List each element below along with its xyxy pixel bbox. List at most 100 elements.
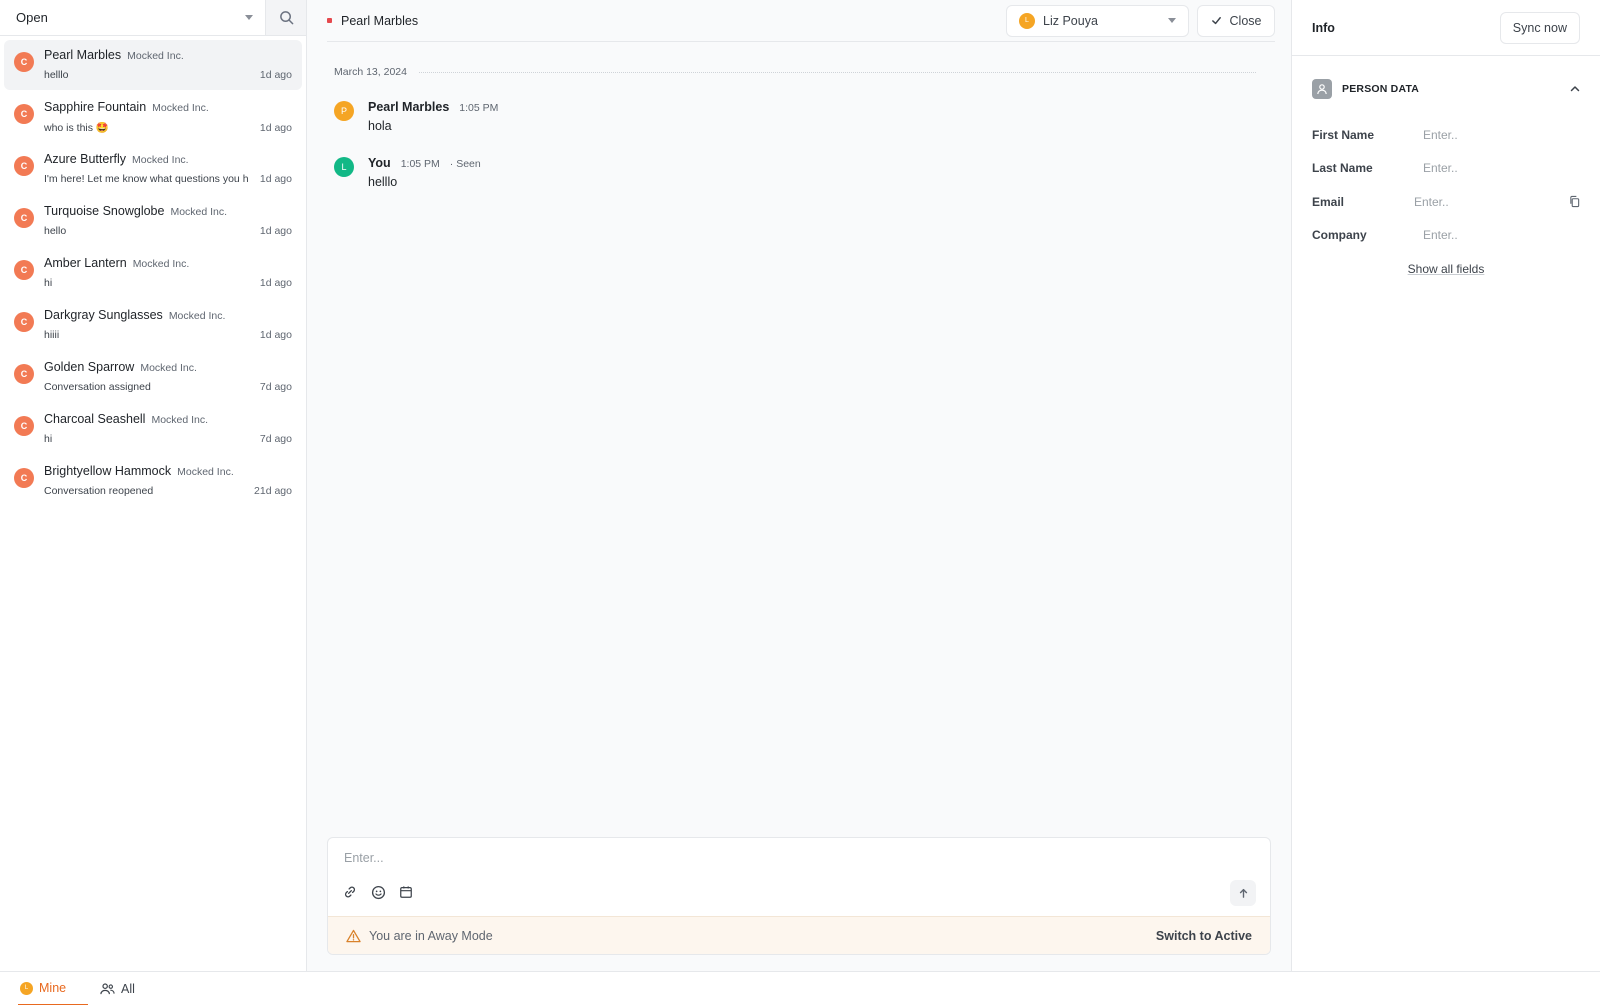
contact-company: Mocked Inc.: [168, 310, 226, 322]
contact-name: Azure Butterfly: [44, 152, 126, 166]
contact-company: Mocked Inc.: [170, 206, 228, 218]
conversation-item[interactable]: C Pearl Marbles Mocked Inc. helllo 1d ago: [4, 40, 302, 90]
avatar: C: [14, 312, 34, 332]
assignee-dropdown[interactable]: L Liz Pouya: [1006, 4, 1189, 37]
avatar: P: [334, 101, 354, 121]
last-name-input[interactable]: [1423, 161, 1580, 176]
search-button[interactable]: [266, 0, 306, 35]
tab-mine[interactable]: L Mine: [18, 972, 88, 1005]
conversation-item[interactable]: C Brightyellow Hammock Mocked Inc. Conver…: [4, 456, 302, 506]
conversation-item[interactable]: C Darkgray Sunglasses Mocked Inc. hiiii 1d…: [4, 300, 302, 350]
contact-name: Pearl Marbles: [44, 48, 122, 62]
emoji-button[interactable]: [370, 884, 386, 900]
conversation-title: Pearl Marbles: [341, 13, 419, 28]
person-fields: First Name Last Name Email Company Show …: [1292, 104, 1600, 276]
sidebar-header: Open: [0, 0, 306, 36]
assignee-name: Liz Pouya: [1043, 13, 1098, 28]
warning-icon: [346, 929, 361, 942]
field-company: Company: [1312, 219, 1580, 253]
email-input[interactable]: [1413, 194, 1569, 209]
away-mode-text: You are in Away Mode: [369, 928, 493, 943]
contact-company: Mocked Inc.: [131, 154, 189, 166]
avatar: C: [14, 52, 34, 72]
contact-name: Darkgray Sunglasses: [44, 308, 163, 322]
field-label: Email: [1312, 194, 1345, 209]
conversation-time: 7d ago: [259, 381, 292, 393]
unread-indicator: [327, 18, 332, 23]
message-preview: I'm here! Let me know what questions you…: [44, 173, 249, 185]
field-first-name: First Name: [1312, 118, 1580, 152]
contact-name: Charcoal Seashell: [44, 412, 146, 426]
field-label: Company: [1312, 228, 1367, 243]
check-icon: [1211, 17, 1221, 25]
conversation-pane: Pearl Marbles L Liz Pouya Close March 13…: [307, 0, 1291, 971]
status-filter-dropdown[interactable]: Open: [0, 0, 266, 35]
conversation-time: 7d ago: [259, 433, 292, 445]
person-data-section-header[interactable]: PERSON DATA: [1292, 56, 1600, 104]
date-divider: March 13, 2024: [334, 66, 1256, 78]
close-conversation-button[interactable]: Close: [1197, 4, 1275, 37]
avatar: L: [334, 157, 354, 177]
contact-name: Turquoise Snowglobe: [44, 204, 165, 218]
section-title: PERSON DATA: [1342, 83, 1420, 95]
avatar: C: [14, 208, 34, 228]
calendar-icon: [400, 886, 412, 898]
message-input[interactable]: [344, 848, 1224, 868]
tab-label: Mine: [39, 981, 67, 995]
conversation-item[interactable]: C Charcoal Seashell Mocked Inc. hi 7d ago: [4, 404, 302, 454]
message-time: 1:05 PM: [400, 158, 440, 170]
avatar: C: [14, 104, 34, 124]
status-filter-value: Open: [16, 10, 48, 25]
smiley-icon: [371, 885, 385, 899]
contact-company: Mocked Inc.: [140, 362, 197, 374]
conversation-item[interactable]: C Turquoise Snowglobe Mocked Inc. hello 1d…: [4, 196, 302, 246]
conversation-item[interactable]: C Azure Butterfly Mocked Inc. I'm here! L…: [4, 144, 302, 194]
conversation-list: C Pearl Marbles Mocked Inc. helllo 1d ago …: [0, 36, 306, 506]
conversation-item[interactable]: C Golden Sparrow Mocked Inc. Conversation…: [4, 352, 302, 402]
show-all-fields-link[interactable]: Show all fields: [1312, 262, 1580, 276]
contact-company: Mocked Inc.: [151, 414, 209, 426]
sync-now-button[interactable]: Sync now: [1499, 11, 1580, 44]
conversation-time: 1d ago: [259, 277, 292, 289]
bottom-tab-bar: L Mine All: [0, 971, 1600, 1005]
send-button[interactable]: [1230, 880, 1256, 906]
message-composer: You are in Away Mode Switch to Active: [327, 837, 1271, 955]
message-preview: hi: [44, 433, 53, 445]
company-input[interactable]: [1423, 228, 1580, 243]
composer-toolbar: [342, 884, 414, 900]
conversation-time: 1d ago: [259, 173, 292, 185]
message-author: You: [368, 156, 391, 170]
message-author: Pearl Marbles: [368, 100, 450, 114]
conversation-time: 21d ago: [254, 485, 292, 497]
message: L You 1:05 PM · Seen helllo: [334, 156, 481, 189]
message-body: hola: [368, 119, 392, 133]
copy-icon[interactable]: [1569, 195, 1580, 208]
contact-name: Amber Lantern: [44, 256, 127, 270]
message-preview: helllo: [44, 69, 69, 81]
avatar: C: [14, 364, 34, 384]
field-label: Last Name: [1312, 161, 1373, 176]
avatar: C: [14, 416, 34, 436]
message-preview: Conversation reopened: [44, 485, 154, 497]
field-last-name: Last Name: [1312, 152, 1580, 186]
insert-link-button[interactable]: [342, 884, 358, 900]
assignee-avatar: L: [1019, 12, 1035, 29]
contact-company: Mocked Inc.: [177, 466, 234, 478]
calendar-button[interactable]: [398, 884, 414, 900]
conversation-time: 1d ago: [259, 122, 292, 134]
contact-company: Mocked Inc.: [127, 50, 184, 62]
tab-label: All: [121, 982, 135, 996]
seen-status: · Seen: [449, 158, 481, 170]
close-label: Close: [1229, 13, 1262, 28]
field-email: Email: [1312, 185, 1580, 219]
conversation-sidebar: Open C Pearl Marbles Mocked Inc. helllo 1d…: [0, 0, 307, 971]
first-name-input[interactable]: [1423, 127, 1580, 142]
switch-to-active-button[interactable]: Switch to Active: [1156, 929, 1252, 943]
conversation-item[interactable]: C Sapphire Fountain Mocked Inc. who is th…: [4, 92, 302, 142]
chevron-up-icon: [1570, 86, 1580, 92]
chevron-down-icon: [1168, 18, 1176, 23]
away-mode-banner: You are in Away Mode Switch to Active: [328, 916, 1270, 954]
conversation-item[interactable]: C Amber Lantern Mocked Inc. hi 1d ago: [4, 248, 302, 298]
tab-all[interactable]: All: [100, 972, 135, 1005]
message-time: 1:05 PM: [459, 102, 499, 114]
